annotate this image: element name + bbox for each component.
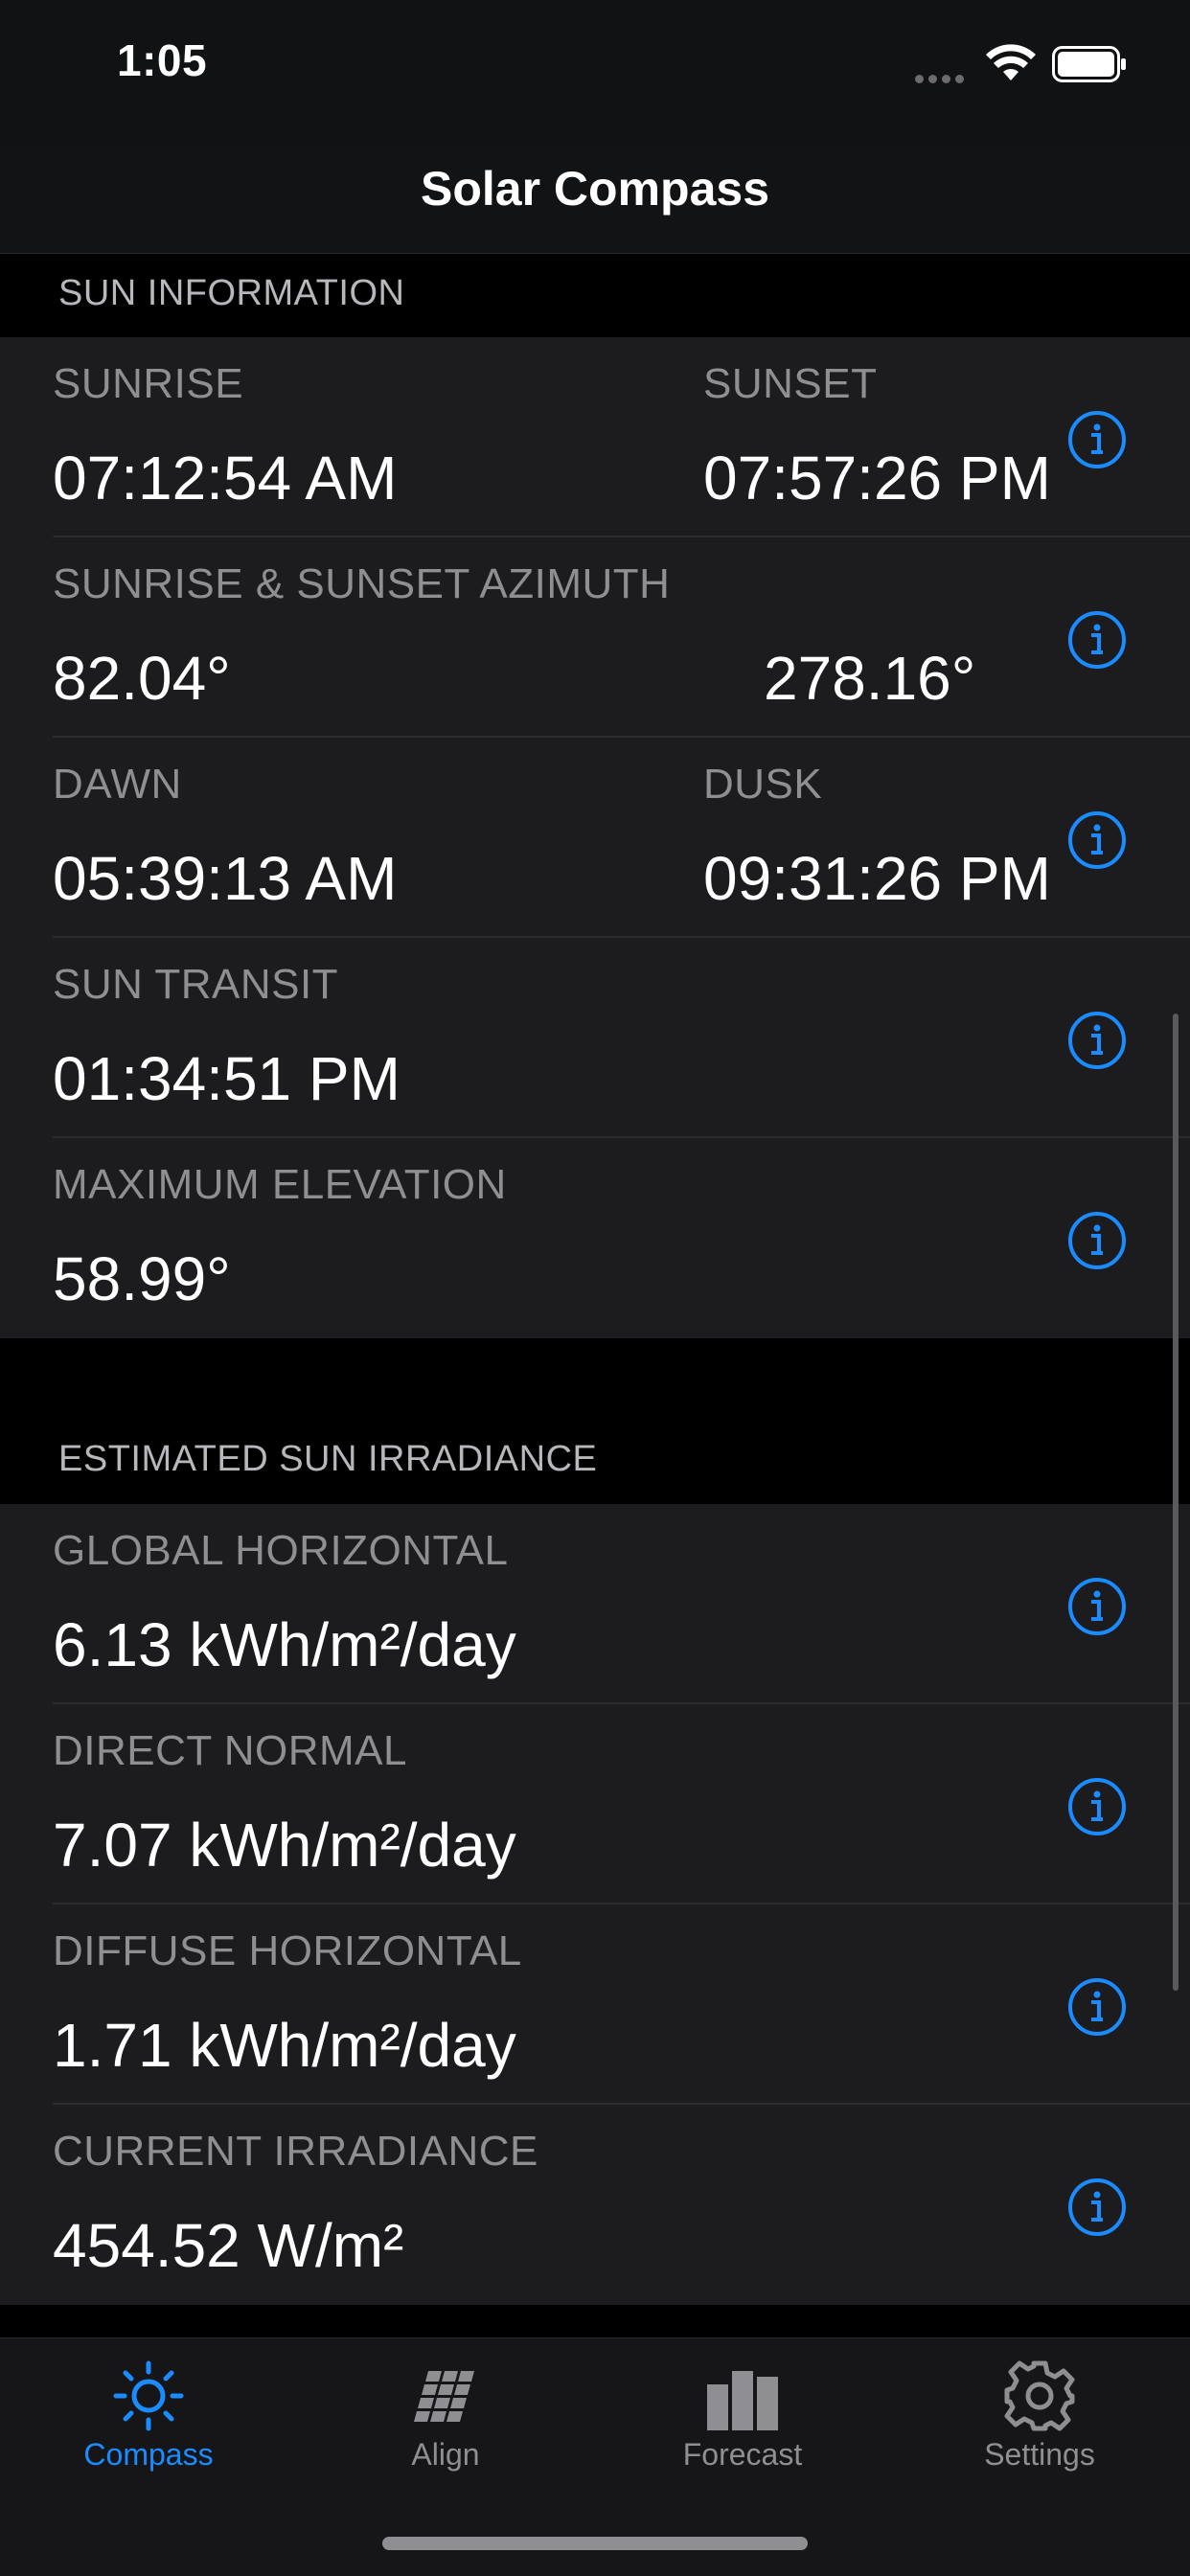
info-icon[interactable]: [1067, 810, 1127, 870]
tab-label: Forecast: [682, 2437, 803, 2472]
global-horizontal-value: 6.13 kWh/m²/day: [53, 1610, 516, 1679]
tab-label: Align: [411, 2437, 480, 2472]
tab-label: Compass: [83, 2437, 214, 2472]
wifi-icon: [986, 44, 1036, 80]
sun-transit-label: SUN TRANSIT: [53, 961, 339, 1008]
page-title: Solar Compass: [420, 162, 769, 216]
sun-transit-value: 01:34:51 PM: [53, 1044, 400, 1113]
list-item-maximum-elevation: MAXIMUM ELEVATION 58.99°: [0, 1138, 1190, 1338]
list-item-dawn-dusk: DAWN 05:39:13 AM DUSK 09:31:26 PM: [0, 738, 1190, 938]
list-item-global-horizontal: GLOBAL HORIZONTAL 6.13 kWh/m²/day: [0, 1504, 1190, 1704]
azimuth-label: SUNRISE & SUNSET AZIMUTH: [53, 560, 671, 607]
sunrise-value: 07:12:54 AM: [53, 444, 398, 513]
list-item-current-irradiance: CURRENT IRRADIANCE 454.52 W/m²: [0, 2105, 1190, 2305]
info-icon[interactable]: [1067, 610, 1127, 670]
solar-panel-icon: [414, 2371, 474, 2422]
global-horizontal-label: GLOBAL HORIZONTAL: [53, 1527, 509, 1574]
status-time: 1:05: [117, 35, 208, 85]
list-item-sunrise-sunset: SUNRISE 07:12:54 AM SUNSET 07:57:26 PM: [0, 337, 1190, 537]
azimuth-sunset-value: 278.16°: [764, 644, 976, 713]
home-indicator[interactable]: [382, 2537, 808, 2550]
direct-normal-label: DIRECT NORMAL: [53, 1727, 407, 1774]
info-icon[interactable]: [1067, 1977, 1127, 2037]
dusk-label: DUSK: [703, 761, 823, 808]
info-icon[interactable]: [1067, 410, 1127, 469]
section-header-irradiance: ESTIMATED SUN IRRADIANCE: [0, 1341, 1190, 1504]
info-icon[interactable]: [1067, 1577, 1127, 1636]
current-irradiance-label: CURRENT IRRADIANCE: [53, 2128, 538, 2175]
list-item-sun-transit: SUN TRANSIT 01:34:51 PM: [0, 938, 1190, 1138]
bar-chart-icon: [707, 2371, 778, 2430]
direct-normal-value: 7.07 kWh/m²/day: [53, 1811, 516, 1880]
section-title: ESTIMATED SUN IRRADIANCE: [58, 1439, 598, 1479]
dawn-value: 05:39:13 AM: [53, 844, 398, 913]
tab-label: Settings: [984, 2437, 1095, 2472]
cellular-signal-icon: [915, 71, 971, 83]
gear-icon: [1004, 2360, 1075, 2431]
diffuse-horizontal-label: DIFFUSE HORIZONTAL: [53, 1927, 522, 1974]
list-item-diffuse-horizontal: DIFFUSE HORIZONTAL 1.71 kWh/m²/day: [0, 1904, 1190, 2105]
battery-icon: [1052, 46, 1126, 82]
info-icon[interactable]: [1067, 2177, 1127, 2237]
scroll-indicator[interactable]: [1173, 1014, 1179, 1991]
info-icon[interactable]: [1067, 1777, 1127, 1836]
status-bar: 1:05: [0, 0, 1190, 144]
sunset-label: SUNSET: [703, 360, 878, 407]
diffuse-horizontal-value: 1.71 kWh/m²/day: [53, 2011, 516, 2080]
dusk-value: 09:31:26 PM: [703, 844, 1051, 913]
info-icon[interactable]: [1067, 1211, 1127, 1270]
sunset-value: 07:57:26 PM: [703, 444, 1051, 513]
current-irradiance-value: 454.52 W/m²: [53, 2211, 404, 2280]
tab-compass[interactable]: Compass: [0, 2338, 297, 2501]
tab-forecast[interactable]: Forecast: [594, 2338, 891, 2501]
sunrise-label: SUNRISE: [53, 360, 244, 407]
section-title: SUN INFORMATION: [58, 273, 405, 313]
sun-icon: [113, 2360, 184, 2431]
navigation-bar: Solar Compass: [0, 144, 1190, 254]
list-item-azimuth: SUNRISE & SUNSET AZIMUTH 82.04° 278.16°: [0, 537, 1190, 738]
azimuth-sunrise-value: 82.04°: [53, 644, 231, 713]
max-elevation-value: 58.99°: [53, 1244, 231, 1313]
tab-align[interactable]: Align: [297, 2338, 594, 2501]
tab-settings[interactable]: Settings: [891, 2338, 1188, 2501]
section-header-sun-information: SUN INFORMATION: [0, 254, 1190, 337]
info-icon[interactable]: [1067, 1011, 1127, 1070]
dawn-label: DAWN: [53, 761, 182, 808]
max-elevation-label: MAXIMUM ELEVATION: [53, 1161, 507, 1208]
list-item-direct-normal: DIRECT NORMAL 7.07 kWh/m²/day: [0, 1704, 1190, 1904]
